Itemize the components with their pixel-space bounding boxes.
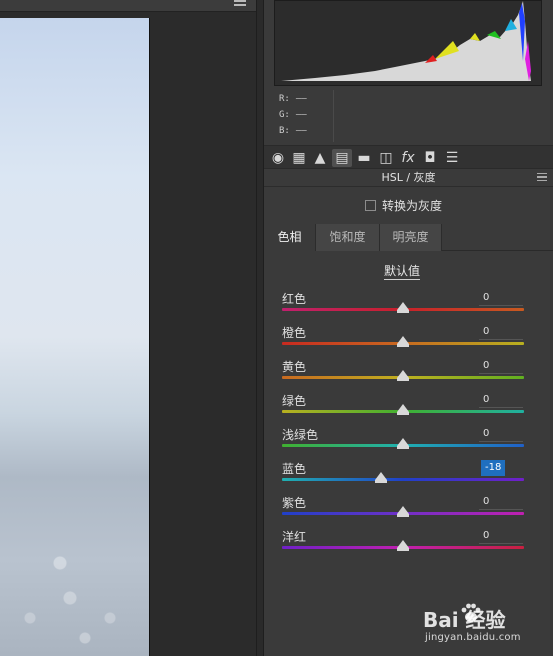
b-label: B:: [279, 126, 290, 136]
slider-label: 蓝色: [282, 462, 307, 476]
slider-value-input[interactable]: 0: [479, 290, 523, 306]
image-canvas-area: [0, 0, 256, 656]
panel-title: HSL / 灰度: [264, 169, 553, 187]
watermark: Bai 经验 jingyan.baidu.com: [415, 598, 545, 648]
camera-raw-window: R: —— G: —— B: —— ◉ ▦ ▲ ▤ ▬ ◫ fx ◘ ☰ HSL / …: [0, 0, 553, 656]
slider-thumb[interactable]: [397, 302, 409, 313]
slider-row: 紫色 0: [264, 494, 553, 528]
detail-icon[interactable]: ▲: [310, 149, 330, 167]
presets-icon[interactable]: ☰: [442, 149, 462, 167]
adjustments-panel: R: —— G: —— B: —— ◉ ▦ ▲ ▤ ▬ ◫ fx ◘ ☰ HSL / …: [264, 0, 553, 656]
slider-label: 绿色: [282, 394, 307, 408]
tone-curve-icon[interactable]: ▦: [289, 149, 309, 167]
slider-value-input[interactable]: 0: [479, 528, 523, 544]
rgb-readout: R: —— G: —— B: ——: [274, 90, 334, 142]
slider-thumb[interactable]: [397, 404, 409, 415]
slider-value-input[interactable]: 0: [479, 494, 523, 510]
histogram-graph: [281, 1, 531, 81]
panel-divider[interactable]: [256, 0, 264, 656]
default-link[interactable]: 默认值: [264, 262, 540, 280]
paw-icon: [461, 603, 481, 622]
slider-thumb[interactable]: [397, 506, 409, 517]
slider-value-input[interactable]: 0: [479, 324, 523, 340]
panel-menu-icon[interactable]: [537, 173, 547, 181]
camera-calibration-icon[interactable]: ◘: [420, 149, 440, 167]
slider-thumb[interactable]: [397, 336, 409, 347]
watermark-url: jingyan.baidu.com: [425, 632, 521, 643]
slider-row: 红色 0: [264, 290, 553, 324]
slider-label: 浅绿色: [282, 428, 319, 442]
split-toning-icon[interactable]: ▬: [354, 149, 374, 167]
slider-label: 红色: [282, 292, 307, 306]
g-label: G:: [279, 110, 290, 120]
lens-corrections-icon[interactable]: ◫: [376, 149, 396, 167]
slider-thumb[interactable]: [397, 370, 409, 381]
slider-label: 洋红: [282, 530, 307, 544]
slider-row: 蓝色 -18: [264, 460, 553, 494]
rgb-b-line: B: ——: [279, 126, 307, 136]
slider-thumb[interactable]: [375, 472, 388, 483]
tab-luminance[interactable]: 明亮度: [380, 224, 442, 251]
slider-label: 紫色: [282, 496, 307, 510]
slider-row: 橙色 0: [264, 324, 553, 358]
slider-row: 浅绿色 0: [264, 426, 553, 460]
histogram: [274, 0, 542, 86]
r-label: R:: [279, 94, 290, 104]
convert-grayscale-label[interactable]: 转换为灰度: [382, 197, 442, 214]
slider-label: 黄色: [282, 360, 307, 374]
slider-value-input[interactable]: -18: [481, 460, 505, 476]
rgb-r-line: R: ——: [279, 94, 307, 104]
effects-icon[interactable]: fx: [398, 149, 418, 167]
default-link-label[interactable]: 默认值: [383, 264, 420, 280]
basic-icon[interactable]: ◉: [268, 149, 288, 167]
slider-value-input[interactable]: 0: [479, 426, 523, 442]
slider-row: 绿色 0: [264, 392, 553, 426]
canvas-topbar: [0, 0, 256, 12]
rgb-g-line: G: ——: [279, 110, 307, 120]
hsl-icon[interactable]: ▤: [332, 149, 352, 167]
g-value: ——: [295, 110, 307, 120]
slider-value-input[interactable]: 0: [479, 392, 523, 408]
photo-preview: [0, 18, 150, 656]
convert-grayscale-row: 转换为灰度: [264, 188, 553, 222]
r-value: ——: [295, 94, 307, 104]
convert-grayscale-checkbox[interactable]: [365, 200, 376, 211]
tab-hue[interactable]: 色相: [264, 224, 316, 251]
slider-row: 洋红 0: [264, 528, 553, 562]
slider-track[interactable]: [282, 478, 524, 481]
hsl-tabs: 色相 饱和度 明亮度: [264, 224, 553, 251]
slider-thumb[interactable]: [397, 540, 409, 551]
slider-value-input[interactable]: 0: [479, 358, 523, 374]
b-value: ——: [295, 126, 307, 136]
slider-row: 黄色 0: [264, 358, 553, 392]
slider-label: 橙色: [282, 326, 307, 340]
panel-toolbar: ◉ ▦ ▲ ▤ ▬ ◫ fx ◘ ☰: [264, 145, 553, 169]
slider-thumb[interactable]: [397, 438, 409, 449]
tab-saturation[interactable]: 饱和度: [316, 224, 380, 251]
menu-icon[interactable]: [234, 0, 246, 6]
